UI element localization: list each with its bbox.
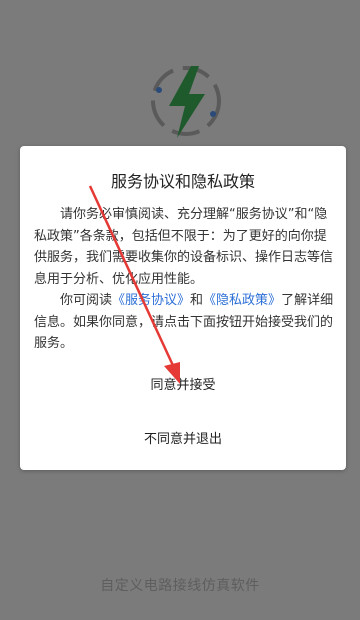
service-agreement-link[interactable]: 《服务协议》 bbox=[112, 293, 190, 308]
app-name-footer: 自定义电路接线仿真软件 bbox=[100, 578, 260, 594]
and-text: 和 bbox=[190, 293, 204, 308]
disagree-button[interactable]: 不同意并退出 bbox=[20, 428, 346, 447]
privacy-dialog: 服务协议和隐私政策 请你务必审慎阅读、充分理解“服务协议”和“隐私政策”各条款，… bbox=[20, 146, 346, 470]
dialog-title: 服务协议和隐私政策 bbox=[110, 172, 255, 191]
dialog-paragraph-1: 请你务必审慎阅读、充分理解“服务协议”和“隐私政策”各条款，包括但不限于：为了更… bbox=[34, 207, 334, 287]
paragraph-2-prefix: 你可阅读 bbox=[60, 293, 113, 308]
agree-button[interactable]: 同意并接受 bbox=[20, 374, 346, 393]
privacy-policy-link[interactable]: 《隐私政策》 bbox=[203, 293, 281, 308]
app-logo-icon bbox=[151, 66, 221, 138]
dialog-body: 请你务必审慎阅读、充分理解“服务协议”和“隐私政策”各条款，包括但不限于：为了更… bbox=[34, 204, 334, 355]
dialog-paragraph-2: 你可阅读《服务协议》和《隐私政策》了解详细信息。如果你同意，请点击下面按钮开始接… bbox=[34, 290, 334, 355]
